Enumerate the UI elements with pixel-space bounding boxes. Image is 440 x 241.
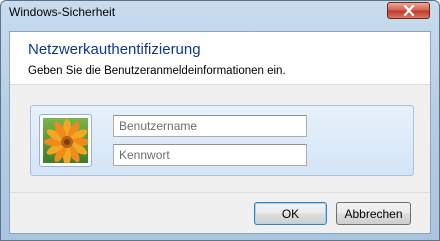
cancel-button[interactable]: Abbrechen xyxy=(336,202,411,225)
title-bar[interactable]: Windows-Sicherheit xyxy=(1,1,439,23)
credential-tile[interactable] xyxy=(30,105,414,176)
dialog-footer: OK Abbrechen xyxy=(10,192,430,233)
user-flower-avatar-icon xyxy=(43,118,88,163)
security-dialog-window: Windows-Sicherheit Netzwerkauthentifizie… xyxy=(0,0,440,241)
username-input[interactable] xyxy=(113,115,307,137)
close-icon xyxy=(403,5,414,16)
dialog-header: Netzwerkauthentifizierung Geben Sie die … xyxy=(10,32,430,85)
dialog-heading: Netzwerkauthentifizierung xyxy=(28,41,201,58)
dialog-body: Netzwerkauthentifizierung Geben Sie die … xyxy=(9,31,431,234)
ok-button[interactable]: OK xyxy=(254,202,327,225)
close-button[interactable] xyxy=(387,2,430,19)
window-title: Windows-Sicherheit xyxy=(9,5,116,19)
avatar xyxy=(39,114,92,167)
password-input[interactable] xyxy=(113,144,307,166)
dialog-subtitle: Geben Sie die Benutzeranmeldeinformation… xyxy=(28,65,286,77)
